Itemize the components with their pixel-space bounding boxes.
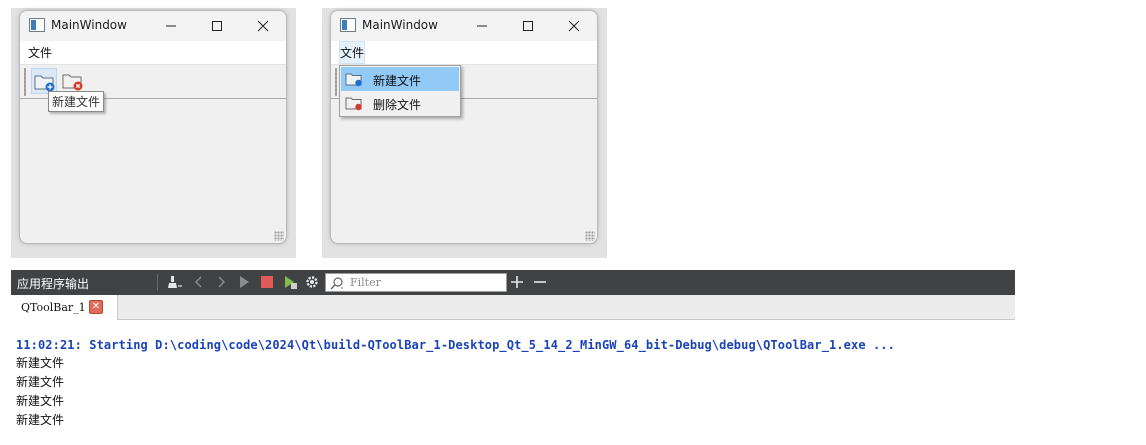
filter-input[interactable]: Filter [325,273,507,292]
divider [157,274,158,291]
maximize-button[interactable] [194,11,240,41]
close-icon [568,20,580,32]
tooltip: 新建文件 [48,91,105,112]
app-icon [29,18,45,32]
output-tab-bar: QToolBar_1 ✕ [11,295,1015,320]
menu-item-label: 新建文件 [373,74,422,88]
stop-icon[interactable] [259,274,275,290]
output-line: 新建文件 [16,394,65,408]
close-tab-icon[interactable]: ✕ [89,300,103,314]
output-line: 新建文件 [16,413,65,427]
delete-file-icon [62,74,83,91]
menu-file[interactable]: 文件 [28,42,52,63]
chevron-right-icon[interactable] [213,274,229,290]
main-window: MainWindow 文件 新建文件 删除文件 [330,10,598,244]
menu-item-new-file[interactable]: 新建文件 [341,67,459,91]
clear-icon[interactable] [167,274,183,290]
output-line: 新建文件 [16,356,65,370]
menu-item-label: 删除文件 [373,98,422,112]
menu-item-delete-file[interactable]: 删除文件 [341,91,459,115]
tab-label: QToolBar_1 [21,301,86,314]
menu-file[interactable]: 文件 [339,41,366,64]
file-menu-dropdown: 新建文件 删除文件 [339,65,461,117]
output-line: 新建文件 [16,375,65,389]
main-window: MainWindow 文件 新建文件 [19,10,287,244]
minimize-button[interactable] [148,11,194,41]
output-pane-title: 应用程序输出 [17,277,90,291]
new-file-icon [345,73,362,87]
close-button[interactable] [551,11,597,41]
minus-icon[interactable] [532,274,548,290]
screenshot-left: MainWindow 文件 新建文件 [11,8,296,258]
search-icon [330,277,343,290]
resize-grip[interactable] [274,231,284,241]
plus-icon[interactable] [509,274,525,290]
menu-bar: 文件 [20,41,286,65]
toolbar-grip[interactable] [335,68,337,96]
resize-grip[interactable] [585,231,595,241]
minimize-button[interactable] [459,11,505,41]
output-pane-toolbar: 应用程序输出 Filter [11,270,1015,295]
maximize-button[interactable] [505,11,551,41]
output-text-area: 11:02:21: Starting D:\coding\code\2024\Q… [16,336,895,430]
minimize-icon [166,25,176,27]
new-file-icon [34,75,55,92]
attach-debugger-icon[interactable] [282,274,298,290]
title-bar: MainWindow [331,11,597,41]
gear-icon[interactable] [304,274,320,290]
title-bar: MainWindow [20,11,286,41]
play-icon[interactable] [236,274,252,290]
start-line: 11:02:21: Starting D:\coding\code\2024\Q… [16,338,895,352]
tab-qtoolbar[interactable]: QToolBar_1 ✕ [11,295,118,320]
minimize-icon [477,25,487,27]
maximize-icon [523,21,533,31]
close-icon [257,20,269,32]
app-icon [340,18,356,32]
filter-placeholder: Filter [350,276,381,289]
delete-file-icon [345,97,362,111]
chevron-left-icon[interactable] [191,274,207,290]
window-title: MainWindow [51,18,127,32]
close-button[interactable] [240,11,286,41]
maximize-icon [212,21,222,31]
toolbar-grip[interactable] [24,68,26,96]
window-title: MainWindow [362,18,438,32]
toolbar: 新建文件 [20,65,286,112]
menu-bar: 文件 [331,41,597,65]
screenshot-right: MainWindow 文件 新建文件 删除文件 [322,8,607,258]
